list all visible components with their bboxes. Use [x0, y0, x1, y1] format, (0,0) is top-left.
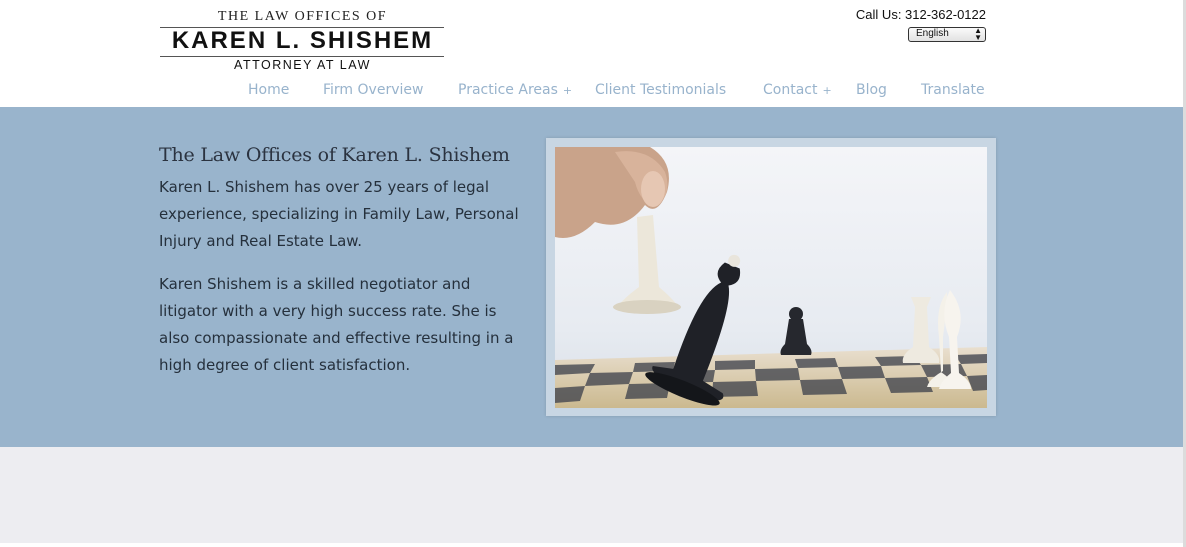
language-select-value: English — [916, 28, 949, 39]
select-arrows-icon: ▲ ▼ — [974, 26, 982, 42]
site-logo[interactable]: The Law Offices of KAREN L. SHISHEM ATTO… — [160, 8, 445, 74]
logo-line-2: KAREN L. SHISHEM — [171, 27, 434, 54]
nav-contact[interactable]: Contact + — [763, 82, 832, 98]
hero-paragraph-1: Karen L. Shishem has over 25 years of le… — [159, 178, 519, 250]
logo-rule-bottom — [160, 56, 444, 57]
nav-practice-areas[interactable]: Practice Areas + — [458, 82, 572, 98]
nav-contact-label: Contact — [763, 82, 818, 98]
nav-blog[interactable]: Blog — [856, 82, 887, 98]
main-nav: Home Firm Overview Practice Areas + Clien… — [0, 82, 1186, 102]
language-select[interactable]: English ▲ ▼ — [908, 27, 986, 42]
lower-content-area — [0, 447, 1186, 543]
call-us-phone[interactable]: Call Us: 312-362-0122 — [856, 7, 986, 22]
nav-home[interactable]: Home — [248, 82, 289, 98]
logo-line-1: The Law Offices of — [217, 9, 388, 24]
chess-photo-icon — [555, 147, 987, 408]
nav-client-testimonials[interactable]: Client Testimonials — [595, 82, 726, 98]
site-header: The Law Offices of KAREN L. SHISHEM ATTO… — [0, 0, 1186, 107]
chess-photo — [555, 147, 987, 408]
logo-line-3: ATTORNEY AT LAW — [234, 58, 371, 72]
nav-firm-overview[interactable]: Firm Overview — [323, 82, 423, 98]
hero-title: The Law Offices of Karen L. Shishem — [159, 144, 510, 166]
nav-practice-areas-label: Practice Areas — [458, 82, 558, 98]
expand-plus-icon: + — [822, 84, 832, 97]
hero-section: The Law Offices of Karen L. Shishem Kare… — [0, 107, 1186, 447]
nav-translate[interactable]: Translate — [921, 82, 985, 98]
expand-plus-icon: + — [562, 84, 573, 97]
hero-photo-frame — [546, 138, 996, 416]
hero-paragraph-2: Karen Shishem is a skilled negotiator an… — [159, 275, 514, 374]
